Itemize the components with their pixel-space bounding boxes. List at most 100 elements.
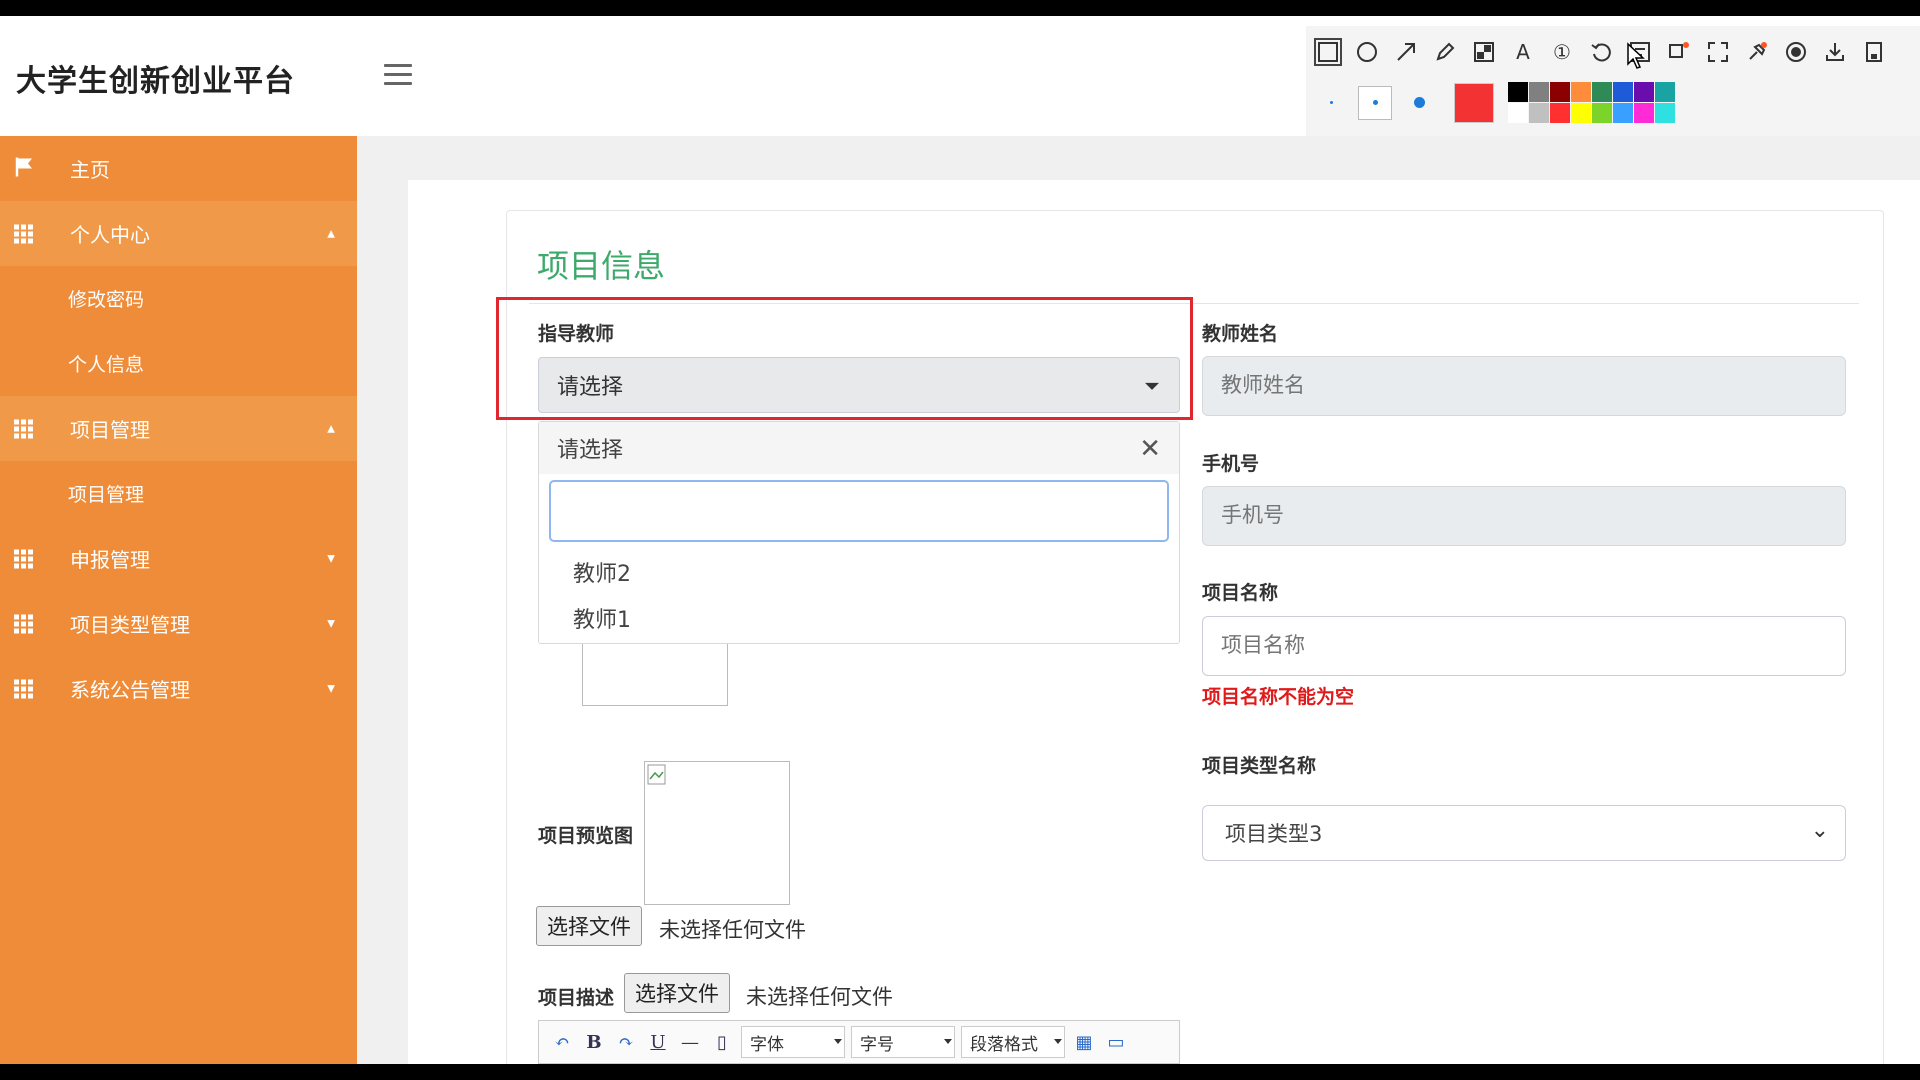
sidebar-subitem-personal-info[interactable]: 个人信息 (0, 331, 357, 396)
brush-size-medium[interactable] (1358, 85, 1392, 120)
color-swatch[interactable] (1592, 103, 1612, 123)
sidebar-item-label: 项目类型管理 (70, 613, 190, 637)
dropdown-header-text: 请选择 (557, 438, 624, 463)
paragraph-format-select[interactable]: 段落格式 (961, 1026, 1065, 1058)
color-swatch[interactable] (1613, 82, 1633, 102)
description-label: 项目描述 (538, 987, 615, 1009)
project-name-input[interactable] (1202, 616, 1846, 676)
undo-icon[interactable] (1587, 38, 1615, 66)
phone-label: 手机号 (1202, 453, 1260, 475)
caret-down-icon: ▼ (327, 618, 335, 629)
phone-input[interactable] (1202, 486, 1846, 546)
color-palette (1508, 82, 1675, 123)
undo-icon[interactable]: ↶ (549, 1029, 575, 1055)
color-swatch[interactable] (1529, 103, 1549, 123)
horizontal-rule-icon[interactable]: — (677, 1029, 703, 1055)
file-status-text: 未选择任何文件 (659, 918, 806, 942)
arrow-icon[interactable] (1392, 38, 1420, 66)
color-swatch[interactable] (1634, 103, 1654, 123)
project-type-label: 项目类型名称 (1202, 755, 1317, 777)
download-icon[interactable] (1821, 38, 1849, 66)
sidebar-item-application-management[interactable]: 申报管理 ▼ (0, 526, 357, 591)
mouse-cursor-icon (1627, 42, 1645, 69)
sidebar-subitem-project-management[interactable]: 项目管理 (0, 461, 357, 526)
crop-icon[interactable] (1704, 38, 1732, 66)
pin-icon[interactable] (1743, 38, 1771, 66)
redo-icon[interactable]: ↷ (613, 1029, 639, 1055)
preview-icon[interactable]: ▭ (1103, 1029, 1129, 1055)
brush-size-large[interactable] (1402, 86, 1436, 120)
grid-icon (14, 419, 33, 438)
dropdown-option[interactable]: 教师1 (573, 602, 631, 634)
project-type-value: 项目类型3 (1225, 822, 1323, 846)
teacher-name-label: 教师姓名 (1202, 323, 1279, 345)
color-swatch[interactable] (1634, 82, 1654, 102)
sidebar-item-label: 项目管理 (70, 418, 150, 442)
caret-up-icon: ▲ (327, 228, 335, 239)
current-color-swatch[interactable] (1454, 82, 1494, 123)
page-icon[interactable]: ▯ (709, 1029, 735, 1055)
annotation-highlight-rectangle (496, 297, 1193, 420)
image-placeholder (582, 644, 728, 706)
sidebar-item-personal-center[interactable]: 个人中心 ▲ (0, 201, 357, 266)
sidebar-item-home[interactable]: 主页 (0, 136, 357, 201)
number-icon[interactable]: ① (1548, 38, 1576, 66)
project-type-select[interactable]: 项目类型3 ⌄ (1202, 805, 1846, 861)
color-swatch[interactable] (1529, 82, 1549, 102)
menu-toggle-icon[interactable] (384, 64, 412, 86)
project-name-label: 项目名称 (1202, 582, 1279, 604)
color-swatch[interactable] (1592, 82, 1612, 102)
grid-icon (14, 614, 33, 633)
grid-icon (14, 224, 33, 243)
record-icon[interactable] (1782, 38, 1810, 66)
font-family-select[interactable]: 字体 (741, 1026, 845, 1058)
table-icon[interactable]: ▦ (1071, 1029, 1097, 1055)
sidebar-subitem-change-password[interactable]: 修改密码 (0, 266, 357, 331)
color-swatch[interactable] (1550, 82, 1570, 102)
text-icon[interactable]: A (1509, 38, 1537, 66)
dropdown-search-input[interactable] (549, 480, 1169, 542)
color-swatch[interactable] (1508, 82, 1528, 102)
save-icon[interactable] (1860, 38, 1888, 66)
paragraph-format-value: 段落格式 (970, 1034, 1038, 1055)
rectangle-icon[interactable] (1314, 38, 1342, 66)
description-choose-file-button[interactable]: 选择文件 (624, 973, 730, 1013)
choose-file-button[interactable]: 选择文件 (536, 906, 642, 946)
color-swatch[interactable] (1655, 82, 1675, 102)
bold-icon[interactable]: B (581, 1029, 607, 1055)
color-swatch[interactable] (1613, 103, 1633, 123)
pencil-icon[interactable] (1431, 38, 1459, 66)
brush-size-small[interactable] (1314, 86, 1348, 120)
dropdown-header[interactable]: 请选择 (539, 422, 1179, 474)
sidebar-item-label: 个人中心 (70, 223, 150, 247)
dropdown-option[interactable]: 教师2 (573, 556, 631, 588)
color-swatch[interactable] (1571, 82, 1591, 102)
sidebar-item-label: 申报管理 (70, 548, 150, 572)
sidebar-item-project-management[interactable]: 项目管理 ▲ (0, 396, 357, 461)
color-swatch[interactable] (1550, 103, 1570, 123)
font-family-value: 字体 (750, 1034, 784, 1055)
font-size-select[interactable]: 字号 (851, 1026, 955, 1058)
sidebar-item-label: 主页 (70, 158, 110, 182)
teacher-name-input[interactable] (1202, 356, 1846, 416)
caret-down-icon: ▼ (327, 683, 335, 694)
chevron-down-icon: ⌄ (1810, 818, 1829, 843)
color-swatch[interactable] (1655, 103, 1675, 123)
grid-icon (14, 549, 33, 568)
project-name-error: 项目名称不能为空 (1202, 686, 1355, 708)
font-size-value: 字号 (860, 1034, 894, 1055)
advisor-dropdown: 请选择 ✕ 教师2 教师1 (538, 421, 1180, 644)
preview-image (644, 761, 790, 905)
close-icon[interactable]: ✕ (1139, 434, 1161, 464)
site-title: 大学生创新创业平台 (16, 64, 295, 99)
broken-image-icon (647, 764, 666, 785)
sidebar-item-project-type-management[interactable]: 项目类型管理 ▼ (0, 591, 357, 656)
color-swatch[interactable] (1508, 103, 1528, 123)
translate-icon[interactable] (1665, 38, 1693, 66)
description-file-status-text: 未选择任何文件 (746, 985, 893, 1009)
sidebar-item-announcement-management[interactable]: 系统公告管理 ▼ (0, 656, 357, 721)
underline-icon[interactable]: U (645, 1029, 671, 1055)
mosaic-icon[interactable] (1470, 38, 1498, 66)
circle-icon[interactable] (1353, 38, 1381, 66)
color-swatch[interactable] (1571, 103, 1591, 123)
